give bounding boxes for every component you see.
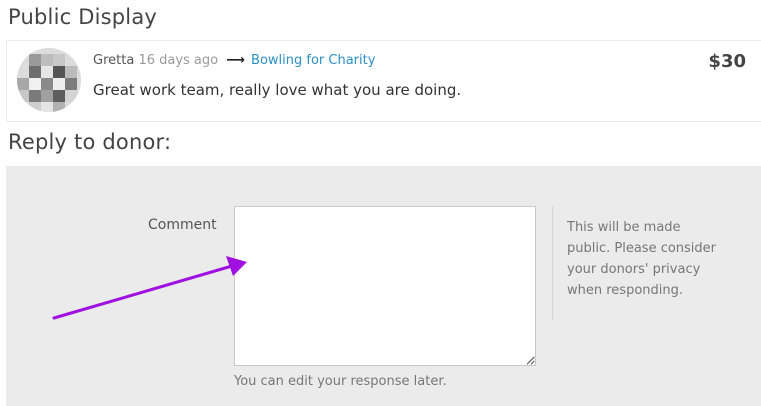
privacy-help-text: This will be made public. Please conside… [567,220,717,298]
reply-title: Reply to donor: [8,130,172,154]
reply-panel: Comment This will be made public. Please… [6,166,761,406]
resize-handle-icon[interactable] [526,356,535,365]
comment-label: Comment [148,217,217,233]
donation-meta: Gretta 16 days ago ⟶ Bowling for Charity [93,53,375,68]
divider [552,206,553,320]
donation-amount: $30 [708,51,746,72]
pixelated-avatar-image [17,48,81,112]
edit-later-hint: You can edit your response later. [234,374,447,389]
donation-message: Great work team, really love what you ar… [93,81,462,99]
campaign-link[interactable]: Bowling for Charity [251,53,375,68]
public-display-title: Public Display [8,5,158,29]
arrow-right-icon: ⟶ [226,53,245,68]
donation-card: Gretta 16 days ago ⟶ Bowling for Charity… [6,40,761,122]
comment-textarea[interactable] [234,206,536,366]
donor-name: Gretta [93,53,135,68]
avatar [17,48,81,112]
donation-time: 16 days ago [138,53,219,68]
